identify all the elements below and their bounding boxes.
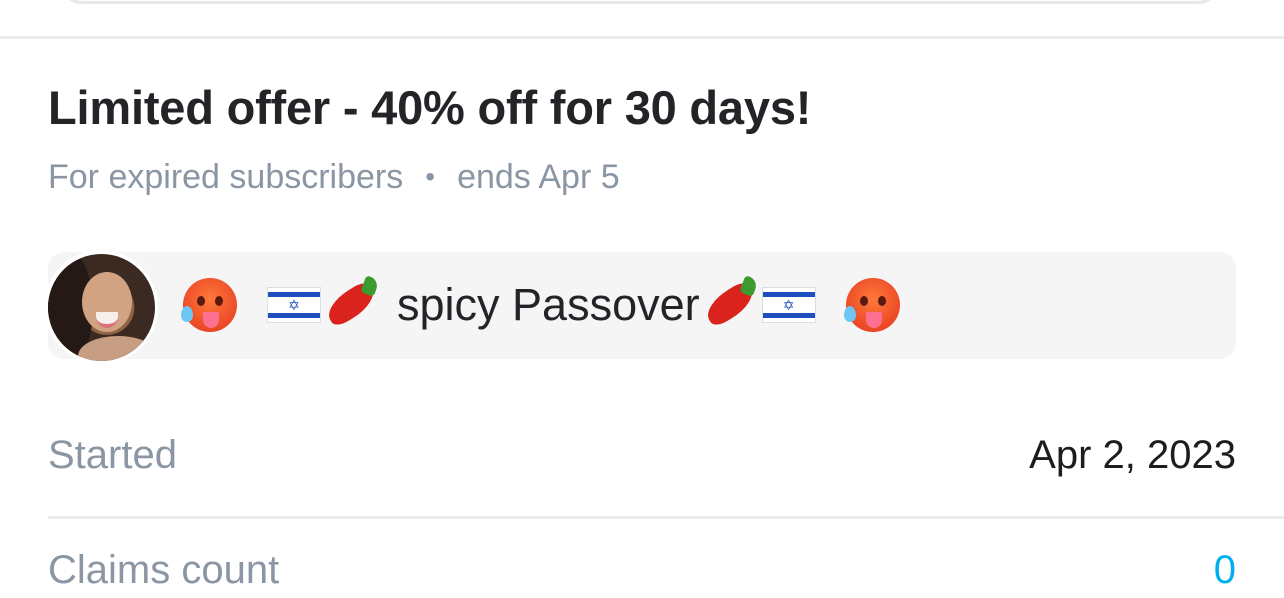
offer-end-date: ends Apr 5 xyxy=(457,157,620,196)
started-row: Started Apr 2, 2023 xyxy=(48,430,1236,480)
claims-value: 0 xyxy=(1213,548,1236,592)
meta-separator: • xyxy=(425,161,436,192)
offer-message: ✡ spicy Passover ✡ xyxy=(181,272,902,338)
israel-flag-emoji: ✡ xyxy=(267,287,321,323)
avatar[interactable] xyxy=(44,250,158,364)
hot-pepper-emoji xyxy=(321,275,383,335)
offer-title: Limited offer - 40% off for 30 days! xyxy=(48,81,812,134)
hot-pepper-emoji xyxy=(700,275,762,335)
hot-face-emoji xyxy=(181,276,239,334)
offer-meta: For expired subscribers • ends Apr 5 xyxy=(48,157,620,197)
israel-flag-emoji: ✡ xyxy=(761,287,816,323)
started-value: Apr 2, 2023 xyxy=(1029,432,1236,477)
divider xyxy=(48,516,1284,519)
started-label: Started xyxy=(48,432,177,477)
top-input-pill xyxy=(60,0,1220,4)
divider xyxy=(0,36,1284,39)
claims-row: Claims count 0 xyxy=(48,548,1236,598)
hot-face-emoji xyxy=(843,276,902,334)
offer-audience: For expired subscribers xyxy=(48,157,404,196)
offer-message-text: spicy Passover xyxy=(397,279,700,330)
claims-label: Claims count xyxy=(48,548,280,592)
user-avatar-photo xyxy=(47,253,155,361)
